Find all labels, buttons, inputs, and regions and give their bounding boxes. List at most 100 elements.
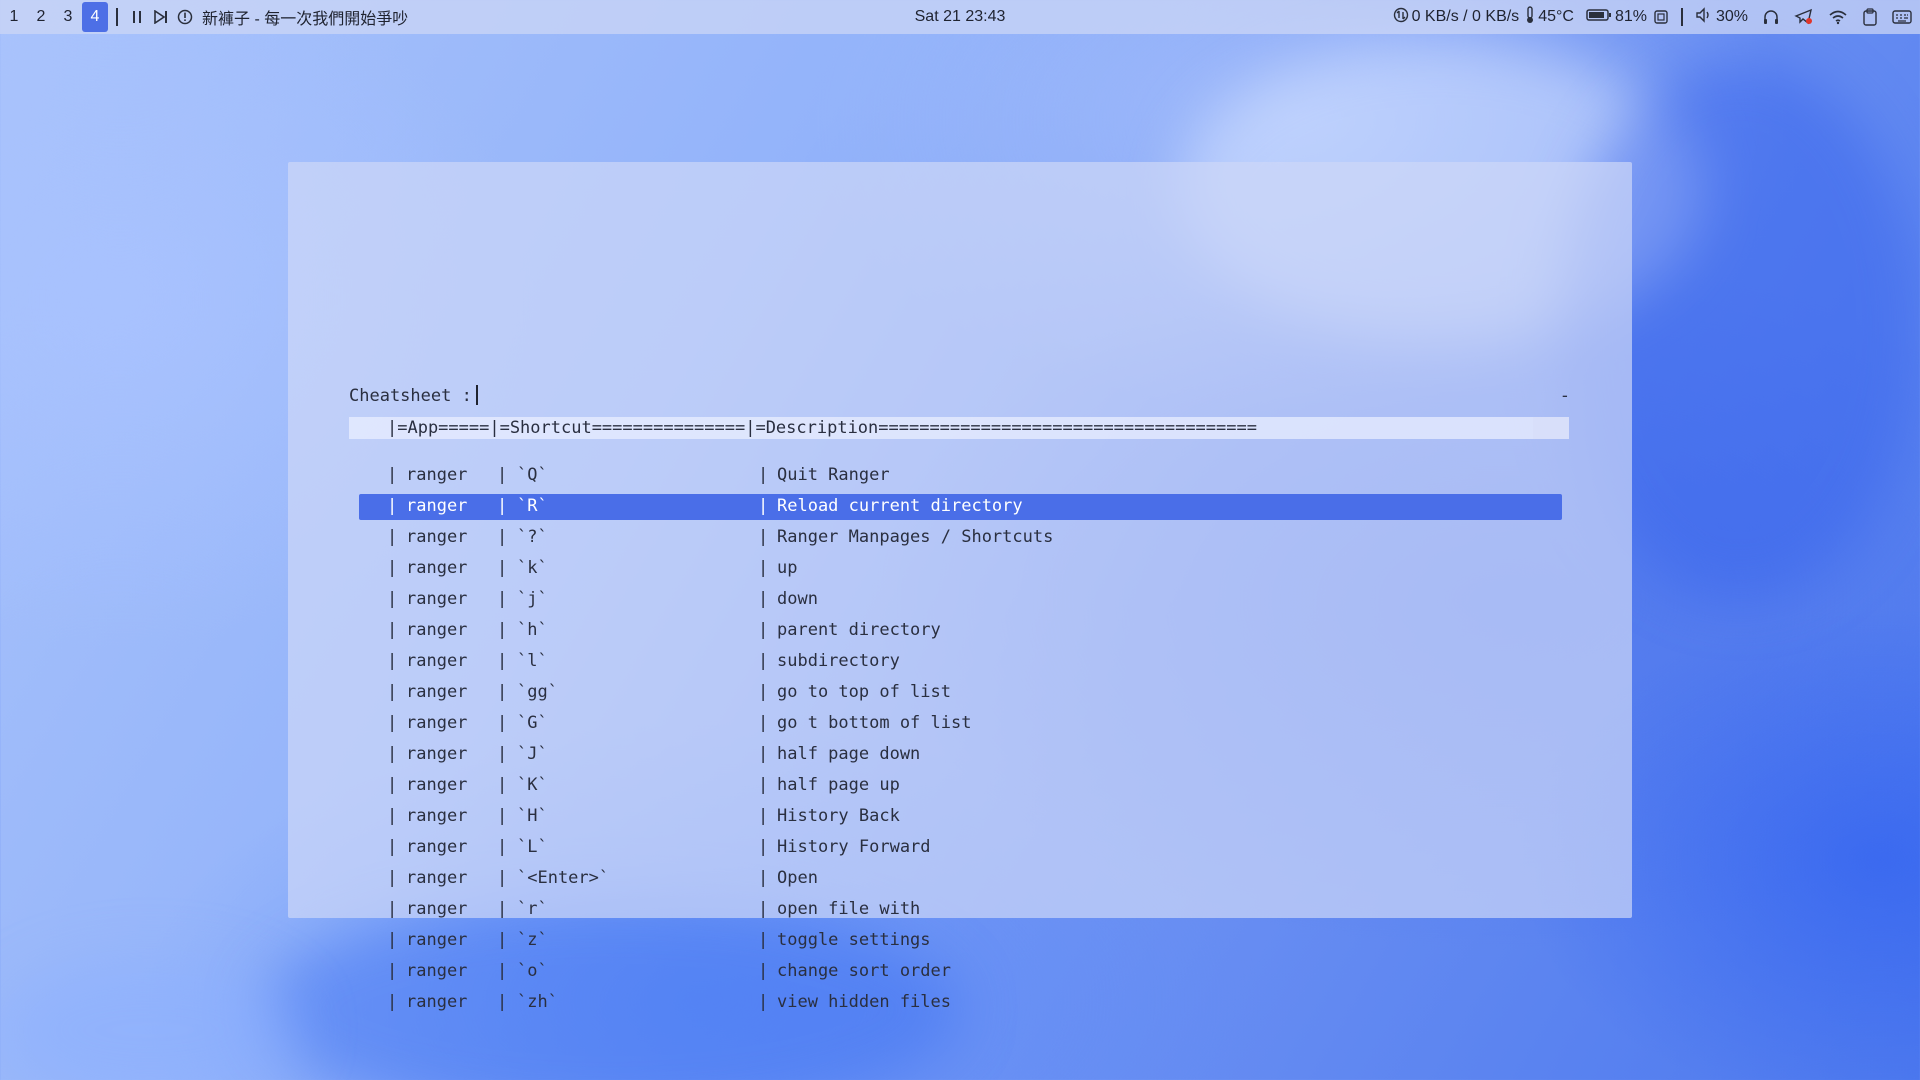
row-app: ranger [406, 589, 468, 609]
row-shortcut: `K` [517, 775, 548, 795]
row-shortcut: `l` [517, 651, 548, 671]
row-app: ranger [406, 496, 468, 516]
column-separator: | [497, 775, 508, 795]
battery-text: 81% [1614, 8, 1647, 25]
speaker-icon [1695, 6, 1713, 28]
battery[interactable]: 81% [1586, 8, 1647, 27]
column-separator: | [387, 744, 398, 764]
list-item[interactable]: | ranger | `z` | toggle settings [288, 925, 1632, 956]
column-separator: | [497, 651, 508, 671]
clock[interactable]: Sat 21 23:43 [915, 8, 1006, 26]
table-header-text: |=App=====|=Shortcut===============|=Des… [387, 418, 1257, 438]
system-tray: 0 KB/s / 0 KB/s 45°C 81% 30% [1393, 0, 1912, 34]
clipboard-icon[interactable] [1862, 8, 1878, 26]
row-description: subdirectory [777, 651, 900, 671]
column-separator: | [758, 806, 769, 826]
column-separator: | [758, 930, 769, 950]
column-separator: | [387, 868, 398, 888]
cheatsheet-prompt[interactable]: Cheatsheet : [349, 382, 478, 410]
row-description: open file with [777, 899, 921, 919]
list-item[interactable]: | ranger | `k` | up [288, 553, 1632, 584]
list-item[interactable]: | ranger | `j` | down [288, 584, 1632, 615]
network-speed[interactable]: 0 KB/s / 0 KB/s [1393, 7, 1519, 28]
column-separator: | [387, 651, 398, 671]
row-shortcut: `k` [517, 558, 548, 578]
workspace-2[interactable]: 2 [28, 2, 54, 32]
column-separator: | [758, 868, 769, 888]
telegram-icon[interactable] [1794, 8, 1814, 26]
column-separator: | [758, 589, 769, 609]
row-app: ranger [406, 713, 468, 733]
list-item[interactable]: | ranger | `K` | half page up [288, 770, 1632, 801]
text-cursor [475, 384, 478, 405]
list-item[interactable]: | ranger | `R` | Reload current directory [288, 491, 1632, 522]
row-shortcut: `o` [517, 961, 548, 981]
column-separator: | [497, 806, 508, 826]
row-shortcut: `gg` [517, 682, 558, 702]
list-item[interactable]: | ranger | `l` | subdirectory [288, 646, 1632, 677]
list-item[interactable]: | ranger | `H` | History Back [288, 801, 1632, 832]
list-item[interactable]: | ranger | `o` | change sort order [288, 956, 1632, 987]
keyboard-icon[interactable] [1892, 9, 1912, 25]
volume[interactable]: 30% [1695, 6, 1748, 28]
column-separator: | [387, 961, 398, 981]
list-item[interactable]: | ranger | `J` | half page down [288, 739, 1632, 770]
column-separator: | [387, 682, 398, 702]
column-separator: | [387, 806, 398, 826]
column-separator: | [497, 682, 508, 702]
network-arrows-icon [1393, 7, 1409, 28]
column-separator: | [497, 713, 508, 733]
column-separator: | [758, 713, 769, 733]
column-separator: | [387, 930, 398, 950]
row-shortcut: `H` [517, 806, 548, 826]
column-separator: | [497, 620, 508, 640]
row-shortcut: `zh` [517, 992, 558, 1012]
row-description: History Forward [777, 837, 931, 857]
row-description: down [777, 589, 818, 609]
column-separator: | [758, 961, 769, 981]
row-app: ranger [406, 961, 468, 981]
list-item[interactable]: | ranger | `<Enter>` | Open [288, 863, 1632, 894]
terminal-window[interactable]: Cheatsheet : - |=App=====|=Shortcut=====… [288, 162, 1632, 1012]
headphones-icon[interactable] [1762, 9, 1780, 25]
cheatsheet-list: | ranger | `Q` | Quit Ranger | ranger | `R` | Reloa… [288, 460, 1632, 1018]
row-shortcut: `G` [517, 713, 548, 733]
list-item[interactable]: | ranger | `zh` | view hidden files [288, 987, 1632, 1018]
column-separator: | [758, 620, 769, 640]
column-separator: | [387, 899, 398, 919]
row-description: up [777, 558, 798, 578]
list-item[interactable]: | ranger | `Q` | Quit Ranger [288, 460, 1632, 491]
list-item[interactable]: | ranger | `gg` | go to top of list [288, 677, 1632, 708]
list-item[interactable]: | ranger | `?` | Ranger Manpages / Shortcuts [288, 522, 1632, 553]
row-app: ranger [406, 558, 468, 578]
table-header: |=App=====|=Shortcut===============|=Des… [349, 417, 1569, 439]
skip-next-icon[interactable] [152, 8, 170, 26]
battery-icon [1586, 8, 1612, 27]
workspace-3[interactable]: 3 [55, 2, 81, 32]
column-separator: | [758, 992, 769, 1012]
row-description: view hidden files [777, 992, 951, 1012]
row-description: Ranger Manpages / Shortcuts [777, 527, 1054, 547]
display-icon[interactable] [1653, 9, 1669, 25]
column-separator: | [758, 744, 769, 764]
temperature[interactable]: 45°C [1525, 5, 1574, 29]
list-item[interactable]: | ranger | `L` | History Forward [288, 832, 1632, 863]
list-item[interactable]: | ranger | `r` | open file with [288, 894, 1632, 925]
row-app: ranger [406, 651, 468, 671]
column-separator: | [758, 775, 769, 795]
pause-icon[interactable] [128, 8, 146, 26]
row-shortcut: `j` [517, 589, 548, 609]
column-separator: | [387, 558, 398, 578]
row-shortcut: `L` [517, 837, 548, 857]
workspace-4[interactable]: 4 [82, 2, 108, 32]
row-shortcut: `z` [517, 930, 548, 950]
wifi-icon[interactable] [1828, 9, 1848, 25]
column-separator: | [497, 837, 508, 857]
list-item[interactable]: | ranger | `h` | parent directory [288, 615, 1632, 646]
column-separator: | [387, 713, 398, 733]
row-shortcut: `r` [517, 899, 548, 919]
column-separator: | [497, 589, 508, 609]
workspace-1[interactable]: 1 [1, 2, 27, 32]
now-playing-title[interactable]: 新褲子 - 每一次我們開始爭吵 [202, 5, 408, 29]
list-item[interactable]: | ranger | `G` | go t bottom of list [288, 708, 1632, 739]
